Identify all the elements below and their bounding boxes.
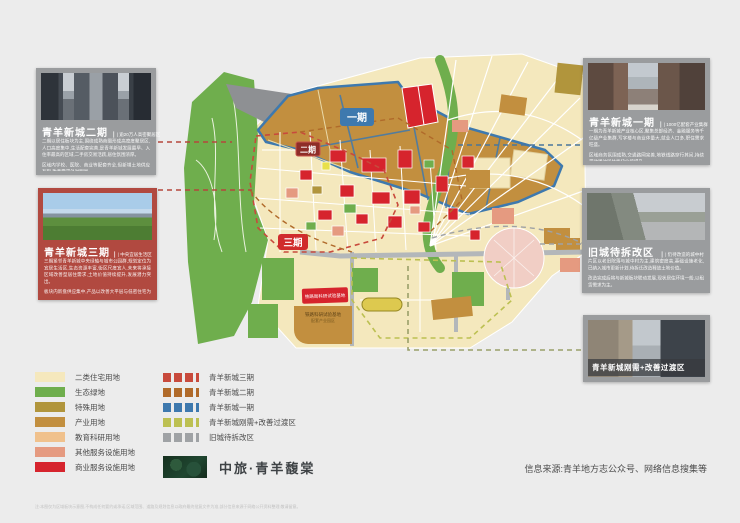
boundary-phase3-dashed (250, 132, 398, 252)
legend-swatch-special (35, 402, 65, 412)
brand-logo: 中旅·青羊馥棠 (163, 456, 315, 478)
map-pink-circle (484, 228, 544, 288)
map-roads (300, 252, 586, 346)
legend-swatch-industry (35, 417, 65, 427)
card-phase1-paragraph-2: 区域商务氛围成熟,交通路网完善,地铁线路穿行其间,持续带动周边居住板块价值提升。 (589, 152, 704, 161)
card-oldtown-title: 旧城待拆改区 (588, 244, 654, 259)
card-phase2-subtitle: | 逾20万人高密聚居区 (113, 131, 160, 137)
phase3-badge: 三期 (278, 234, 308, 250)
svg-text:一期: 一期 (347, 111, 367, 124)
map-fan-parcels (452, 63, 583, 272)
disclaimer: 注:本图仅为区域板块示意图,不构成任何要约或承诺,区域范围、道路及规划信息以政府… (35, 504, 740, 515)
card-oldtown: 旧城待拆改区 | 仍待改造的城中村 片区以老旧院落与城中村为主,建筑密度高,基础… (582, 188, 710, 293)
oldtown-photo (587, 193, 705, 240)
legend-dash-phase3 (163, 373, 199, 382)
phase3-photo (43, 193, 152, 240)
card-phase1-subtitle: | 1000亿配套产业集群 (660, 121, 708, 127)
legend-row: 其他服务设施用地 (35, 447, 135, 457)
map-special-gray (226, 84, 302, 124)
legend-swatch-residential (35, 372, 65, 382)
card-phase2-title: 青羊新城二期 (42, 124, 108, 139)
map-green-corridor (428, 60, 454, 268)
legend-dash-oldtown (163, 433, 199, 442)
map-yellow-pill (362, 298, 402, 311)
brand-logo-text: 中旅·青羊馥棠 (219, 458, 315, 477)
card-oldtown-paragraph-2: 改造完成后将与新城板块联动发展,现状居住环境一般,以租赁需求为主。 (588, 275, 704, 289)
card-transition: 青羊新城刚需+改善过渡区 (583, 315, 710, 382)
map-red-banner-label: 铁路局科研试验基地 (305, 292, 346, 300)
poster: 铁路局科研试验基地 铁路科研试验基地 配套产业园区 一期 二期 (0, 0, 740, 523)
map-tan-block-label1: 铁路科研试验基地 (305, 311, 341, 318)
phase2-badge: 二期 (296, 142, 320, 156)
map-phase1-district (258, 82, 562, 214)
card-phase2: 青羊新城二期 | 逾20万人高密聚居区 二期以居住板块为主,围绕成熟商圈形成高密… (36, 68, 156, 175)
svg-text:二期: 二期 (300, 145, 316, 155)
card-phase3-paragraph-1: 三期紧邻青羊新城中央绿轴与城市公园群,规划定位为宜居生活区,生态资源丰富,街区尺… (44, 258, 151, 285)
boundary-phase2-dashed (250, 118, 462, 252)
map-green-west (184, 72, 294, 344)
card-phase1-paragraph-1: 一期为青羊新城产业核心区,聚集总部经济、金融服务等千亿级产业集群,写字楼与商业体… (589, 128, 704, 148)
card-phase3-subtitle: | 中央宜居生活区 (114, 251, 152, 257)
legend-row: 生态绿地 (35, 387, 135, 397)
map-oldtown-fan (430, 56, 586, 246)
legend-dash-phase2 (163, 388, 199, 397)
legend-swatch-green (35, 387, 65, 397)
map-tan-block (294, 306, 352, 344)
boundary-transition-dashed (352, 258, 512, 338)
legend-row: 青羊新城三期 (163, 372, 296, 382)
svg-text:三期: 三期 (283, 237, 302, 249)
map-red-landmark-parcel (402, 84, 438, 128)
card-oldtown-subtitle: | 仍待改造的城中村 (662, 251, 704, 257)
source-note: 信息来源:青羊地方志公众号、网络信息搜集等 (524, 462, 707, 475)
legend-row: 二类住宅用地 (35, 372, 135, 382)
map-central-parcels (256, 132, 480, 252)
legend-dash-transition (163, 418, 199, 427)
card-phase1: 青羊新城一期 | 1000亿配套产业集群 一期为青羊新城产业核心区,聚集总部经济… (583, 58, 710, 165)
map-red-banner (302, 287, 348, 304)
card-phase3-title: 青羊新城三期 (44, 244, 110, 259)
legend-row: 商业服务设施用地 (35, 462, 135, 472)
legend-swatch-other-service (35, 447, 65, 457)
legend-row: 旧城待拆改区 (163, 432, 296, 442)
legend-swatch-education (35, 432, 65, 442)
card-phase1-title: 青羊新城一期 (589, 114, 655, 129)
legend-dash-phase1 (163, 403, 199, 412)
legend-land-use: 二类住宅用地 生态绿地 特殊用地 产业用地 教育科研用地 其他服务设施用地 商业… (35, 372, 135, 477)
legend-row: 青羊新城二期 (163, 387, 296, 397)
card-oldtown-paragraph-1: 片区以老旧院落与城中村为主,建筑密度高,基础设施老化,已纳入城市更新计划,待拆迁… (588, 258, 704, 272)
legend-row: 青羊新城一期 (163, 402, 296, 412)
legend-row: 特殊用地 (35, 402, 135, 412)
card-phase2-paragraph-1: 二期以居住板块为主,围绕成熟商圈形成高密度聚居区,人口高度集中,生活配套完善,是… (42, 138, 150, 158)
map-south-features: 铁路局科研试验基地 铁路科研试验基地 配套产业园区 (294, 228, 544, 344)
phase1-badge: 一期 (340, 108, 374, 126)
connector-card-transition (408, 266, 583, 350)
legend-boundaries: 青羊新城三期 青羊新城二期 青羊新城一期 青羊新城刚需+改善过渡区 旧城待拆改区 (163, 372, 296, 447)
brand-logo-image (163, 456, 207, 478)
legend-swatch-commercial (35, 462, 65, 472)
boundary-oldtown-dashed (432, 226, 584, 244)
phase1-photo (588, 63, 705, 110)
card-phase2-paragraph-2: 区域内学校、医院、商业等配套齐全,但新增土地供应有限,改善需求外溢明显。 (42, 162, 150, 171)
card-transition-title: 青羊新城刚需+改善过渡区 (588, 359, 705, 376)
card-phase3: 青羊新城三期 | 中央宜居生活区 三期紧邻青羊新城中央绿轴与城市公园群,规划定位… (38, 188, 157, 300)
legend-row: 产业用地 (35, 417, 135, 427)
legend-row: 青羊新城刚需+改善过渡区 (163, 417, 296, 427)
phase2-photo (41, 73, 151, 120)
legend-row: 教育科研用地 (35, 432, 135, 442)
map-tan-block-label2: 配套产业园区 (311, 317, 335, 323)
card-phase3-paragraph-2: 板块内新盘供应集中,产品以改善大平层与低密住宅为主,配套逐步兑现,是当前关注度最… (44, 289, 151, 297)
map-base-residential (252, 54, 586, 348)
